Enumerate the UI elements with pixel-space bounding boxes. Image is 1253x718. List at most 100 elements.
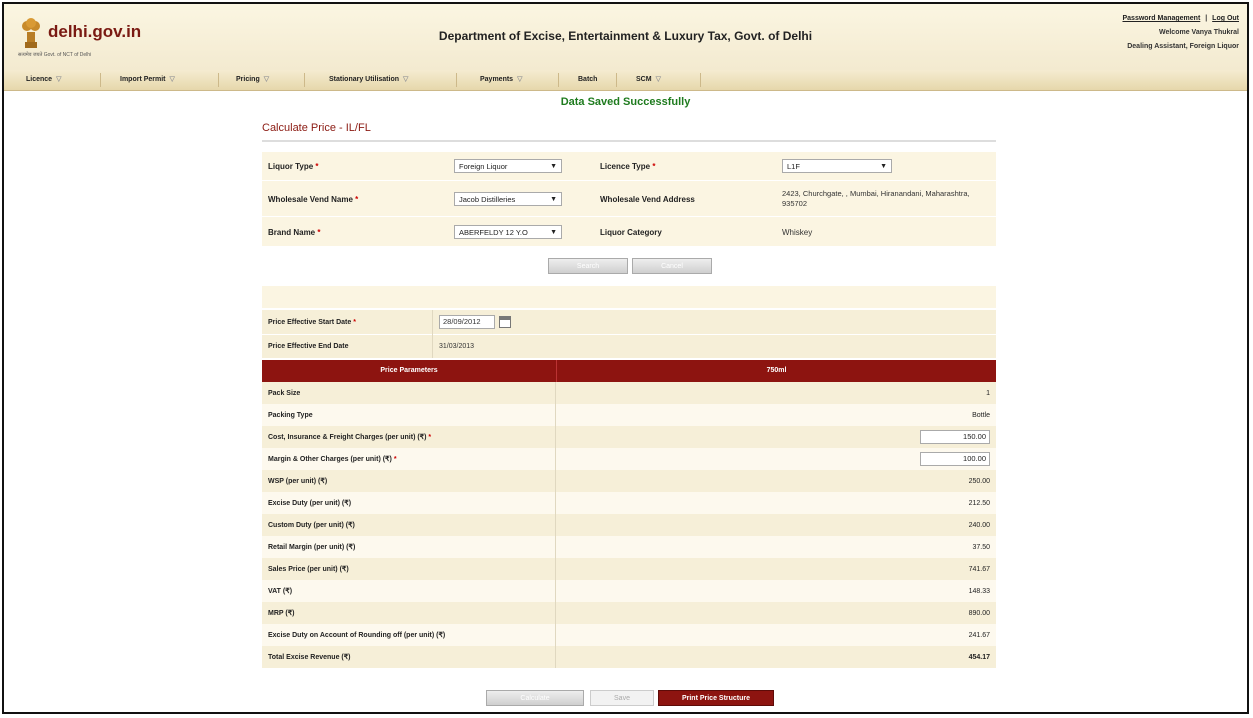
calendar-icon[interactable] xyxy=(499,316,511,328)
chevron-down-icon: ▽ xyxy=(56,76,62,83)
row-value: 890.00 xyxy=(968,609,990,617)
menu-label: Pricing xyxy=(236,76,260,83)
row-label: Excise Duty (per unit) (₹) xyxy=(262,492,556,514)
start-date-cell: 28/09/2012 xyxy=(432,310,632,334)
table-row: Custom Duty (per unit) (₹) 240.00 xyxy=(262,514,996,536)
form-row: Brand Name * ABERFELDY 12 Y.O ▼ Liquor Ca… xyxy=(262,218,996,246)
title-divider xyxy=(262,140,996,142)
password-management-link[interactable]: Password Management xyxy=(1122,15,1200,22)
row-label: Margin & Other Charges (per unit) (₹) * xyxy=(262,448,556,470)
select-value: Jacob Distilleries xyxy=(459,194,516,204)
size-header: 750ml xyxy=(556,360,996,382)
price-parameters-header: Price Parameters xyxy=(380,367,438,374)
calculate-button[interactable]: Calculate xyxy=(486,690,584,706)
liquor-type-select[interactable]: Foreign Liquor ▼ xyxy=(454,159,562,173)
row-label: WSP (per unit) (₹) xyxy=(262,470,556,492)
brand-name-select[interactable]: ABERFELDY 12 Y.O ▼ xyxy=(454,225,562,239)
table-row: Excise Duty on Account of Rounding off (… xyxy=(262,624,996,646)
row-value: 241.67 xyxy=(968,631,990,639)
chevron-down-icon: ▽ xyxy=(403,76,409,83)
menu-batch[interactable]: Batch xyxy=(578,70,597,90)
brand-name-label: Brand Name * xyxy=(268,227,321,237)
vend-name-cell: Jacob Distilleries ▼ xyxy=(448,182,594,216)
row-label: VAT (₹) xyxy=(262,580,556,602)
price-table: Price Parameters 750ml Pack Size 1 Packi… xyxy=(262,360,996,678)
menu-licence[interactable]: Licence ▽ xyxy=(26,70,61,90)
row-value: 454.17 xyxy=(968,653,990,661)
menu-import-permit[interactable]: Import Permit ▽ xyxy=(120,70,175,90)
row-value: 37.50 xyxy=(972,543,990,551)
menu-label: Batch xyxy=(578,76,598,83)
cancel-button[interactable]: Cancel xyxy=(632,258,712,274)
end-date-label: Price Effective End Date xyxy=(268,342,349,350)
price-table-header: Price Parameters 750ml xyxy=(262,360,996,382)
menu-label: Licence xyxy=(26,76,53,83)
menu-stationary-utilisation[interactable]: Stationary Utilisation ▽ xyxy=(329,70,408,90)
vend-address-label: Wholesale Vend Address xyxy=(600,194,695,204)
row-label: Pack Size xyxy=(262,382,556,404)
liquor-category-label: Liquor Category xyxy=(600,227,662,237)
table-row: Margin & Other Charges (per unit) (₹) * … xyxy=(262,448,996,470)
licence-type-select[interactable]: L1F ▼ xyxy=(782,159,892,173)
table-row: Excise Duty (per unit) (₹) 212.50 xyxy=(262,492,996,514)
row-label: Total Excise Revenue (₹) xyxy=(262,646,556,668)
menu-payments[interactable]: Payments ▽ xyxy=(480,70,522,90)
logout-link[interactable]: Log Out xyxy=(1212,15,1239,22)
start-date-input[interactable]: 28/09/2012 xyxy=(439,315,495,329)
vend-address-value: 2423, Churchgate, , Mumbai, Hiranandani,… xyxy=(782,189,970,208)
date-section: Price Effective Start Date * 28/09/2012 … xyxy=(262,310,996,358)
user-box: Password Management | Log Out Welcome Va… xyxy=(1122,12,1239,54)
search-form: Liquor Type * Foreign Liquor ▼ Licence Ty… xyxy=(262,152,996,246)
row-value: 212.50 xyxy=(968,499,990,507)
end-date-value: 31/03/2013 xyxy=(432,334,632,358)
row-value-cell: 150.00 xyxy=(556,426,996,448)
spacer-band xyxy=(262,286,996,308)
header: delhi.gov.in सत्यमेव जयते Govt. of NCT o… xyxy=(4,4,1247,71)
liquor-type-label: Liquor Type * xyxy=(268,161,319,171)
vend-name-label: Wholesale Vend Name * xyxy=(268,194,359,204)
row-value: Bottle xyxy=(972,411,990,419)
chevron-down-icon: ▽ xyxy=(169,76,175,83)
print-price-structure-button[interactable]: Print Price Structure xyxy=(658,690,774,706)
table-row: VAT (₹) 148.33 xyxy=(262,580,996,602)
menu-scm[interactable]: SCM ▽ xyxy=(636,70,661,90)
table-row: WSP (per unit) (₹) 250.00 xyxy=(262,470,996,492)
menu-label: SCM xyxy=(636,76,652,83)
menu-label: Import Permit xyxy=(120,76,166,83)
licence-type-label: Licence Type * xyxy=(600,161,656,171)
chevron-down-icon: ▽ xyxy=(655,76,661,83)
licence-type-cell: L1F ▼ xyxy=(776,152,996,180)
vend-name-select[interactable]: Jacob Distilleries ▼ xyxy=(454,192,562,206)
start-date-label: Price Effective Start Date * xyxy=(268,318,356,326)
dropdown-arrow-icon: ▼ xyxy=(550,162,557,170)
main-menu: Licence ▽ Import Permit ▽ Pricing ▽ Station… xyxy=(4,70,1247,91)
liquor-category-value: Whiskey xyxy=(782,227,813,237)
row-value: 1 xyxy=(986,389,990,397)
menu-label: Payments xyxy=(480,76,514,83)
liquor-type-cell: Foreign Liquor ▼ xyxy=(448,152,594,180)
link-separator: | xyxy=(1205,15,1208,22)
user-role: Dealing Assistant, Foreign Liquor xyxy=(1127,43,1239,50)
dropdown-arrow-icon: ▼ xyxy=(550,228,557,236)
table-row: Retail Margin (per unit) (₹) 37.50 xyxy=(262,536,996,558)
date-row: Price Effective Start Date * 28/09/2012 xyxy=(262,310,996,335)
chevron-down-icon: ▽ xyxy=(263,76,270,83)
date-row: Price Effective End Date 31/03/2013 xyxy=(262,334,996,358)
menu-pricing[interactable]: Pricing ▽ xyxy=(236,70,269,90)
select-value: L1F xyxy=(787,161,800,171)
form-title: Calculate Price - IL/FL xyxy=(262,122,371,134)
row-label: Packing Type xyxy=(262,404,556,426)
chevron-down-icon: ▽ xyxy=(517,76,523,83)
cif-charges-input[interactable]: 150.00 xyxy=(920,430,990,444)
save-button[interactable]: Save xyxy=(590,690,654,706)
row-value-cell: 100.00 xyxy=(556,448,996,470)
form-row: Wholesale Vend Name * Jacob Distilleries… xyxy=(262,182,996,217)
margin-charges-input[interactable]: 100.00 xyxy=(920,452,990,466)
row-label: Retail Margin (per unit) (₹) xyxy=(262,536,556,558)
row-label: Custom Duty (per unit) (₹) xyxy=(262,514,556,536)
success-message: Data Saved Successfully xyxy=(560,96,691,108)
page-heading: Department of Excise, Entertainment & Lu… xyxy=(438,29,813,43)
search-button[interactable]: Search xyxy=(548,258,628,274)
table-row: Packing Type Bottle xyxy=(262,404,996,426)
table-row: Total Excise Revenue (₹) 454.17 xyxy=(262,646,996,668)
